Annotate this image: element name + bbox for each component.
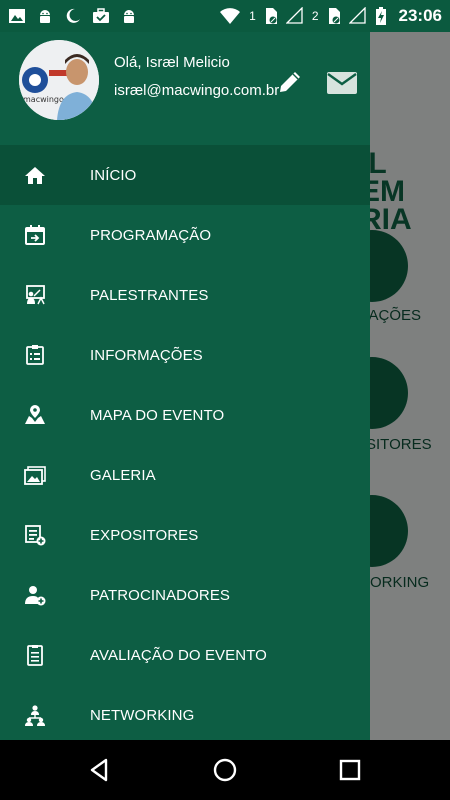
signal-icon <box>347 6 367 25</box>
sim2-label: 2 <box>311 9 319 23</box>
calendar-icon <box>24 224 46 246</box>
menu-item-galeria[interactable]: GALERIA <box>0 445 370 505</box>
navigation-drawer: macwingo Olá, Isræl Melicio isræl@macwin… <box>0 32 370 740</box>
sim1-label: 1 <box>249 9 256 23</box>
edit-profile-button[interactable] <box>276 68 304 96</box>
menu-item-networking[interactable]: NETWORKING <box>0 685 370 745</box>
menu-item-palestrantes[interactable]: PALESTRANTES <box>0 265 370 325</box>
menu-item-label: GALERIA <box>90 466 156 484</box>
evaluation-icon <box>24 644 46 666</box>
home-circle-icon <box>213 758 237 782</box>
user-email: isræl@macwingo.com.br <box>114 82 280 99</box>
back-triangle-icon <box>90 758 108 782</box>
menu-item-programacao[interactable]: PROGRAMAÇÃO <box>0 205 370 265</box>
menu-item-label: AVALIAÇÃO DO EVENTO <box>90 646 267 664</box>
image-icon <box>8 7 26 25</box>
home-button[interactable] <box>211 756 239 784</box>
signal-icon <box>285 6 304 25</box>
status-bar: 1 2 23:06 <box>0 0 450 32</box>
briefcase-icon <box>92 7 110 25</box>
menu-item-inicio[interactable]: INÍCIO <box>0 145 370 205</box>
menu-item-avaliacao-do-evento[interactable]: AVALIAÇÃO DO EVENTO <box>0 625 370 685</box>
drawer-menu: INÍCIO PROGRAMAÇÃO PALESTRANTES INFORMAÇ… <box>0 145 370 745</box>
avatar-logo-text: macwingo <box>23 95 64 104</box>
menu-item-mapa-do-evento[interactable]: MAPA DO EVENTO <box>0 385 370 445</box>
recents-square-icon <box>339 759 361 781</box>
menu-item-informacoes[interactable]: INFORMAÇÕES <box>0 325 370 385</box>
menu-item-label: MAPA DO EVENTO <box>90 406 225 424</box>
menu-item-patrocinadores[interactable]: PATROCINADORES <box>0 565 370 625</box>
battery-icon <box>375 7 387 25</box>
notification-icons <box>8 7 138 25</box>
menu-item-expositores[interactable]: EXPOSITORES <box>0 505 370 565</box>
wifi-icon <box>219 7 241 25</box>
user-greeting: Olá, Isræl Melicio <box>114 54 230 71</box>
android-icon <box>36 7 54 25</box>
system-navigation-bar <box>0 740 450 800</box>
sponsor-icon <box>24 584 46 606</box>
back-button[interactable] <box>86 756 114 784</box>
envelope-icon <box>327 72 357 94</box>
home-icon <box>24 164 46 186</box>
messages-button[interactable] <box>326 70 358 96</box>
gallery-icon <box>24 464 46 486</box>
networking-icon <box>24 704 46 726</box>
pencil-icon <box>280 72 300 92</box>
sim-card-icon <box>264 7 278 25</box>
clock: 23:06 <box>398 6 442 25</box>
menu-item-label: PALESTRANTES <box>90 286 209 304</box>
moon-icon <box>64 7 82 25</box>
presenter-icon <box>24 284 46 306</box>
menu-item-label: EXPOSITORES <box>90 526 199 544</box>
sim-card-icon <box>327 7 341 25</box>
recents-button[interactable] <box>336 756 364 784</box>
map-icon <box>24 404 46 426</box>
system-icons: 1 2 23:06 <box>219 6 442 26</box>
menu-item-label: INÍCIO <box>90 166 137 184</box>
menu-item-label: PATROCINADORES <box>90 586 231 604</box>
clipboard-list-icon <box>24 344 46 366</box>
drawer-header: macwingo Olá, Isræl Melicio isræl@macwin… <box>0 32 370 145</box>
menu-item-label: INFORMAÇÕES <box>90 346 203 364</box>
exhibitor-list-icon <box>24 524 46 546</box>
menu-item-label: PROGRAMAÇÃO <box>90 226 212 244</box>
avatar[interactable]: macwingo <box>19 40 99 120</box>
android-icon <box>120 7 138 25</box>
menu-item-label: NETWORKING <box>90 706 195 724</box>
